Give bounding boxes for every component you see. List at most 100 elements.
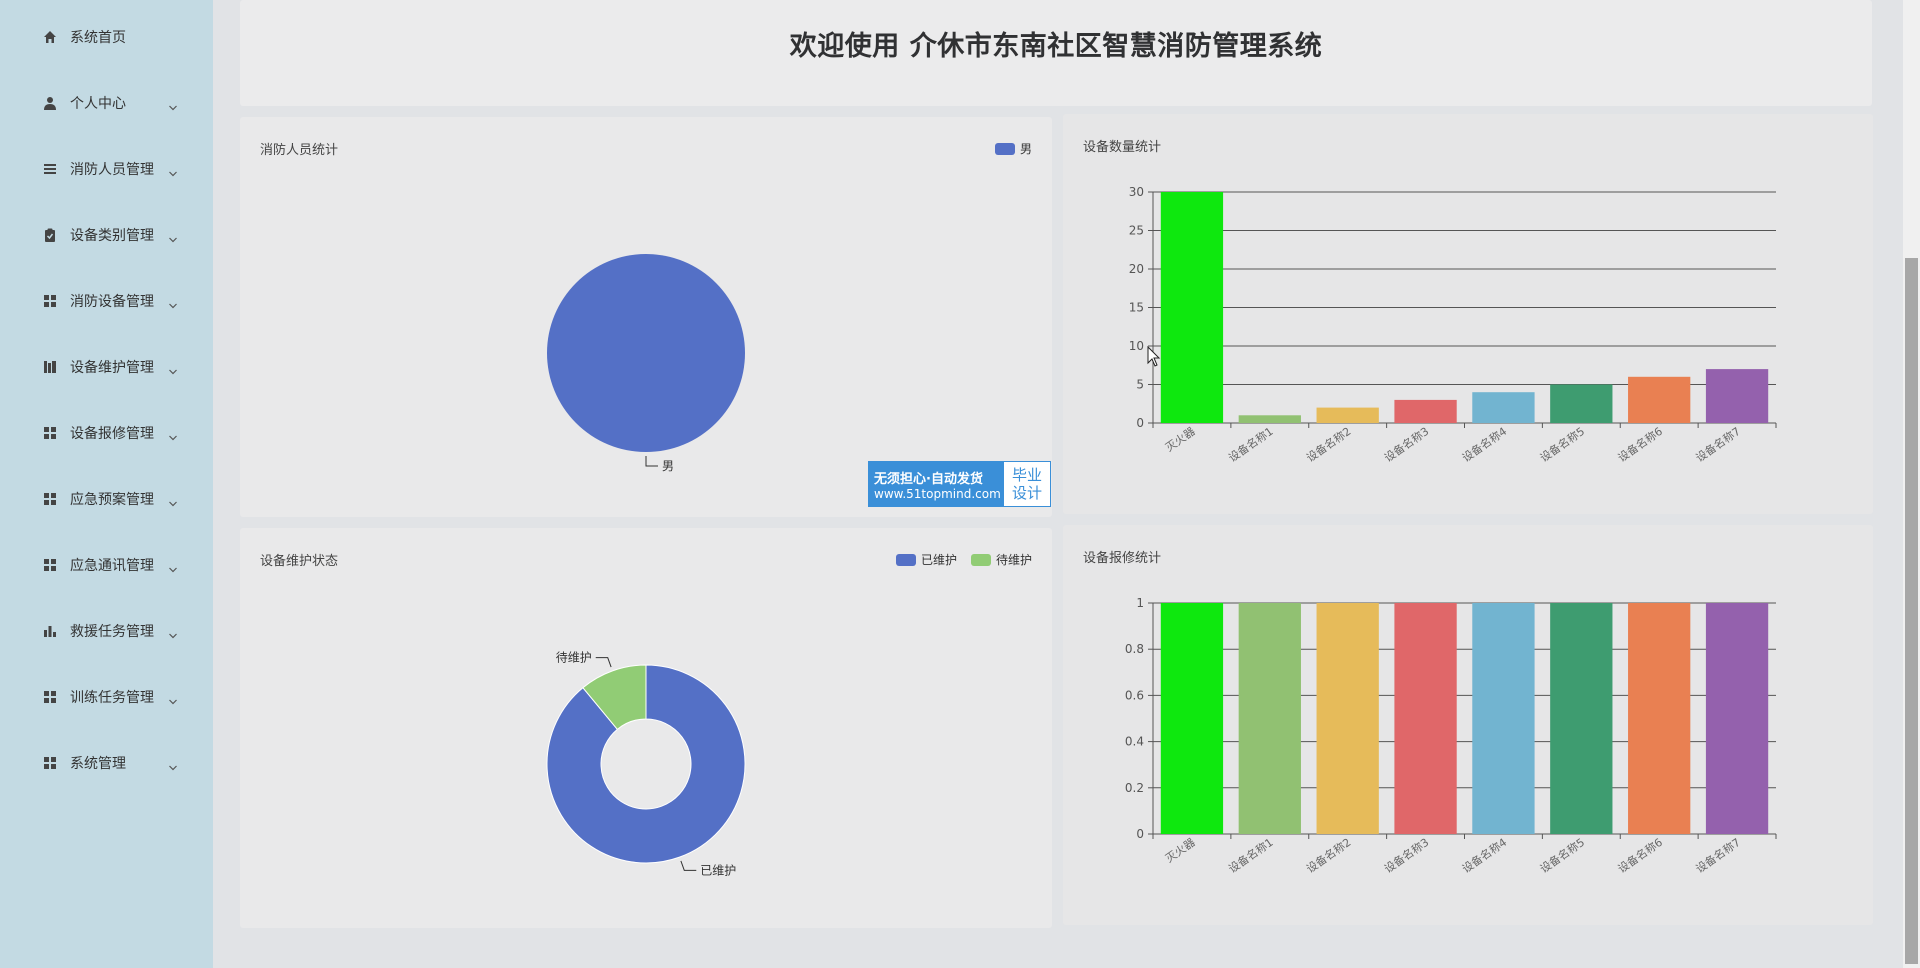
- sidebar-item-label: 消防人员管理: [70, 162, 154, 178]
- x-tick-label: 设备名称5: [1537, 835, 1587, 876]
- sidebar-item-label: 应急预案管理: [70, 492, 154, 508]
- x-tick-label: 设备名称6: [1615, 835, 1665, 876]
- mouse-cursor-icon: [1147, 346, 1161, 367]
- grid-icon: [42, 425, 58, 441]
- y-tick-label: 0.4: [1125, 735, 1144, 749]
- sidebar-item-11[interactable]: 系统管理: [0, 741, 213, 785]
- x-tick-label: 设备名称1: [1226, 424, 1276, 465]
- x-tick-label: 设备名称7: [1693, 424, 1743, 465]
- pie-label-line: [595, 657, 612, 668]
- y-tick-label: 10: [1129, 339, 1144, 353]
- chevron-down-icon: [168, 164, 178, 177]
- bar[interactable]: [1628, 376, 1691, 423]
- maintenance-donut-chart: 已维护 待维护: [546, 651, 746, 877]
- pie-slice-label: 已维护: [700, 863, 736, 877]
- bar[interactable]: [1394, 399, 1457, 423]
- repair-stats-bar-chart: 0 0.2 0.4 0.6 0.8 1 灭火器 设备名称1 设备名称2 设备名称3 设备名称4 设备名…: [1125, 596, 1777, 876]
- y-tick-label: 1: [1136, 596, 1144, 610]
- sidebar-item-label: 设备类别管理: [70, 228, 154, 244]
- sidebar-item-0[interactable]: 系统首页: [0, 15, 213, 59]
- x-tick-label: 设备名称4: [1459, 424, 1509, 465]
- chevron-down-icon: [168, 428, 178, 441]
- grid-icon: [42, 755, 58, 771]
- bar-chart-icon: [42, 623, 58, 639]
- sidebar-item-label: 消防设备管理: [70, 294, 154, 310]
- y-tick-label: 20: [1129, 262, 1144, 276]
- bar[interactable]: [1394, 603, 1457, 834]
- pie-label-line: [680, 860, 697, 871]
- bar[interactable]: [1550, 603, 1613, 834]
- badge-left: 无须担心·自动发货 www.51topmind.com: [869, 462, 1004, 506]
- maintenance-status-panel: 设备维护状态 已维护 待维护 已维护 待维护: [240, 528, 1052, 928]
- list-icon: [42, 161, 58, 177]
- sidebar-item-5[interactable]: 设备维护管理: [0, 345, 213, 389]
- x-tick-label: 设备名称1: [1226, 835, 1276, 876]
- promo-badge[interactable]: 无须担心·自动发货 www.51topmind.com 毕业 设计: [868, 461, 1051, 507]
- bar[interactable]: [1472, 603, 1535, 834]
- x-tick-label: 设备名称7: [1693, 835, 1743, 876]
- clipboard-icon: [42, 227, 58, 243]
- sidebar-item-10[interactable]: 训练任务管理: [0, 675, 213, 719]
- sidebar-item-label: 救援任务管理: [70, 624, 154, 640]
- bar[interactable]: [1160, 603, 1224, 834]
- x-tick-label: 设备名称2: [1304, 424, 1354, 465]
- y-tick-label: 0.6: [1125, 688, 1144, 702]
- bar[interactable]: [1316, 603, 1379, 834]
- bar[interactable]: [1705, 603, 1769, 834]
- user-icon: [42, 95, 58, 111]
- sidebar-item-label: 系统管理: [70, 756, 126, 772]
- pie-slice-label: 男: [662, 459, 674, 473]
- sidebar-item-label: 设备维护管理: [70, 360, 154, 376]
- sidebar-item-6[interactable]: 设备报修管理: [0, 411, 213, 455]
- bar[interactable]: [1472, 392, 1535, 423]
- sidebar-item-8[interactable]: 应急通讯管理: [0, 543, 213, 587]
- chevron-down-icon: [168, 296, 178, 309]
- x-tick-label: 设备名称2: [1304, 835, 1354, 876]
- bar[interactable]: [1628, 603, 1691, 834]
- chevron-down-icon: [168, 626, 178, 639]
- bar[interactable]: [1160, 192, 1224, 423]
- sidebar-item-9[interactable]: 救援任务管理: [0, 609, 213, 653]
- grid-icon: [42, 293, 58, 309]
- x-tick-label: 设备名称3: [1381, 835, 1431, 876]
- x-tick-label: 设备名称5: [1537, 424, 1587, 465]
- chevron-down-icon: [168, 692, 178, 705]
- personnel-stats-panel: 消防人员统计 男 男: [240, 117, 1052, 517]
- sidebar-item-label: 应急通讯管理: [70, 558, 154, 574]
- x-tick-label: 设备名称4: [1459, 835, 1509, 876]
- welcome-header: 欢迎使用 介休市东南社区智慧消防管理系统: [240, 0, 1872, 106]
- bar[interactable]: [1550, 384, 1613, 424]
- sidebar-item-1[interactable]: 个人中心: [0, 81, 213, 125]
- badge-slogan: 无须担心·自动发货: [874, 471, 983, 487]
- grid-icon: [42, 491, 58, 507]
- chevron-down-icon: [168, 230, 178, 243]
- y-tick-label: 0.8: [1125, 642, 1144, 656]
- badge-word-1: 毕业: [1011, 466, 1042, 484]
- y-tick-label: 0.2: [1125, 781, 1144, 795]
- home-icon: [42, 29, 58, 45]
- bar[interactable]: [1316, 407, 1379, 423]
- sidebar-item-label: 系统首页: [70, 30, 126, 46]
- pie-slice[interactable]: [547, 254, 745, 452]
- sidebar-item-2[interactable]: 消防人员管理: [0, 147, 213, 191]
- bar[interactable]: [1705, 369, 1769, 423]
- chevron-down-icon: [168, 362, 178, 375]
- scrollbar-thumb[interactable]: [1905, 258, 1918, 964]
- sidebar: 系统首页个人中心消防人员管理 设备类别管理 消防设备管理 设备维护管理设备报修管理应急…: [0, 0, 213, 968]
- x-tick-label: 设备名称3: [1381, 424, 1431, 465]
- pie-label-line: [645, 456, 658, 467]
- equipment-count-panel: 设备数量统计 0 5 10 15 20 25 30 灭火器 设备名称1 设备名称2 设备名称3 设备名…: [1063, 114, 1873, 514]
- sidebar-item-3[interactable]: 设备类别管理: [0, 213, 213, 257]
- bar[interactable]: [1238, 603, 1301, 834]
- personnel-pie-chart: 男: [547, 254, 745, 473]
- chevron-down-icon: [168, 560, 178, 573]
- sidebar-item-7[interactable]: 应急预案管理: [0, 477, 213, 521]
- y-tick-label: 0: [1136, 416, 1144, 430]
- bar[interactable]: [1238, 415, 1301, 423]
- sidebar-item-4[interactable]: 消防设备管理: [0, 279, 213, 323]
- chevron-down-icon: [168, 494, 178, 507]
- badge-right: 毕业 设计: [1004, 462, 1050, 506]
- y-tick-label: 15: [1129, 301, 1144, 315]
- y-tick-label: 0: [1136, 827, 1144, 841]
- chevron-down-icon: [168, 758, 178, 771]
